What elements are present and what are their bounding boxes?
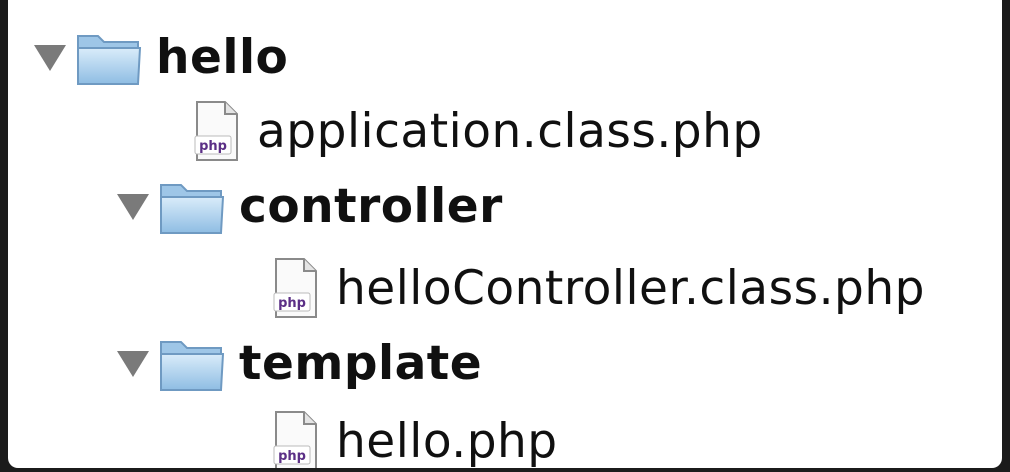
disclosure-triangle-icon[interactable] bbox=[30, 37, 70, 77]
tree-label: hello.php bbox=[336, 413, 558, 468]
disclosure-triangle-icon[interactable] bbox=[113, 186, 153, 226]
tree-label: helloController.class.php bbox=[336, 260, 925, 316]
tree-folder-template[interactable]: template bbox=[113, 320, 482, 406]
tree-label: controller bbox=[239, 178, 503, 234]
tree-file-hellocontroller[interactable]: php helloController.class.php bbox=[270, 245, 925, 331]
php-badge: php bbox=[278, 296, 306, 311]
tree-file-application[interactable]: php application.class.php bbox=[191, 88, 763, 174]
disclosure-triangle-icon[interactable] bbox=[113, 343, 153, 383]
tree-label: template bbox=[239, 335, 483, 391]
file-tree: hello php application.class.php controll bbox=[8, 0, 1002, 468]
folder-icon bbox=[160, 341, 225, 391]
tree-file-hello-php[interactable]: php hello.php bbox=[270, 398, 558, 468]
php-badge: php bbox=[199, 139, 227, 154]
php-file-icon: php bbox=[273, 258, 317, 318]
tree-label: application.class.php bbox=[257, 103, 763, 159]
tree-label: hello bbox=[156, 29, 289, 85]
php-file-icon: php bbox=[194, 101, 238, 161]
folder-icon bbox=[160, 184, 225, 234]
folder-icon bbox=[77, 35, 142, 85]
php-badge: php bbox=[278, 449, 306, 464]
php-file-icon: php bbox=[273, 411, 317, 468]
tree-folder-controller[interactable]: controller bbox=[113, 163, 503, 249]
